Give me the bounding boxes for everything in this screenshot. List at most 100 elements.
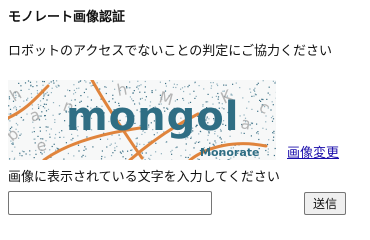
noise-dot bbox=[26, 99, 28, 101]
noise-dot bbox=[47, 108, 50, 110]
noise-dot bbox=[257, 131, 259, 133]
noise-dot bbox=[109, 144, 111, 146]
captcha-word: mongol bbox=[66, 94, 239, 140]
noise-dot bbox=[43, 94, 45, 96]
noise-dot bbox=[271, 120, 274, 122]
noise-dot bbox=[125, 158, 127, 160]
noise-dot bbox=[165, 85, 167, 87]
noise-dot bbox=[129, 81, 131, 83]
noise-dot bbox=[239, 87, 241, 89]
noise-dot bbox=[133, 90, 135, 92]
noise-dot bbox=[33, 157, 35, 159]
noise-dot bbox=[29, 154, 31, 156]
noise-dot bbox=[30, 93, 32, 95]
noise-dot bbox=[14, 105, 16, 108]
noise-dot bbox=[47, 126, 49, 128]
noise-dot bbox=[59, 136, 61, 138]
noise-dot bbox=[44, 115, 46, 117]
noise-dot bbox=[215, 142, 217, 144]
noise-dot bbox=[268, 139, 270, 141]
noise-dot bbox=[100, 158, 103, 160]
noise-dot bbox=[55, 149, 57, 151]
noise-dot bbox=[171, 149, 173, 151]
noise-dot bbox=[267, 151, 269, 153]
noise-dot bbox=[136, 145, 138, 147]
noise-dot bbox=[189, 154, 191, 156]
noise-dot bbox=[260, 100, 262, 102]
noise-dot bbox=[110, 155, 113, 157]
noise-dot bbox=[155, 151, 157, 153]
noise-dot bbox=[110, 143, 112, 145]
noise-dot bbox=[99, 88, 101, 90]
noise-dot bbox=[138, 85, 141, 87]
noise-dot bbox=[185, 156, 187, 158]
noise-dot bbox=[232, 83, 234, 85]
noise-dot bbox=[15, 107, 17, 109]
noise-dot bbox=[257, 133, 259, 135]
noise-dot bbox=[119, 151, 121, 153]
noise-dot bbox=[45, 118, 47, 120]
noise-dot bbox=[254, 90, 256, 92]
noise-dot bbox=[85, 88, 87, 90]
noise-dot bbox=[272, 104, 274, 106]
noise-dot bbox=[22, 119, 24, 121]
noise-dot bbox=[256, 132, 258, 134]
noise-dot bbox=[23, 151, 25, 153]
noise-dot bbox=[56, 86, 58, 88]
noise-dot bbox=[195, 141, 197, 143]
noise-dot bbox=[223, 84, 225, 86]
noise-dot bbox=[17, 124, 19, 126]
noise-dot bbox=[255, 94, 257, 96]
captcha-answer-input[interactable] bbox=[8, 191, 212, 215]
noise-dot bbox=[37, 104, 39, 106]
submit-button[interactable]: 送信 bbox=[304, 192, 346, 215]
noise-dot bbox=[212, 82, 214, 84]
noise-dot bbox=[143, 143, 145, 146]
noise-dot bbox=[90, 85, 92, 87]
noise-dot bbox=[8, 105, 10, 107]
noise-dot bbox=[92, 146, 94, 148]
noise-dot bbox=[256, 84, 258, 86]
noise-dot bbox=[194, 82, 196, 84]
noise-dot bbox=[83, 91, 85, 94]
noise-dot bbox=[85, 148, 87, 150]
noise-dot bbox=[274, 82, 276, 84]
noise-dot bbox=[45, 126, 47, 128]
noise-dot bbox=[43, 103, 45, 105]
noise-dot bbox=[168, 80, 171, 82]
noise-dot bbox=[105, 86, 107, 88]
noise-dot bbox=[180, 155, 182, 157]
noise-dot bbox=[251, 108, 253, 110]
noise-dot bbox=[137, 80, 139, 82]
noise-dot bbox=[27, 80, 30, 82]
noise-dot bbox=[19, 154, 21, 156]
noise-dot bbox=[32, 86, 34, 88]
noise-dot bbox=[39, 130, 41, 132]
noise-dot bbox=[82, 154, 84, 156]
noise-dot bbox=[183, 90, 185, 93]
noise-dot bbox=[150, 154, 152, 156]
noise-dot bbox=[21, 150, 24, 152]
change-image-link[interactable]: 画像変更 bbox=[287, 146, 339, 162]
noise-dot bbox=[203, 88, 205, 90]
noise-dot bbox=[78, 81, 80, 83]
noise-dot bbox=[14, 157, 16, 159]
noise-dot bbox=[85, 81, 87, 83]
noise-dot bbox=[89, 82, 91, 84]
noise-dot bbox=[267, 148, 269, 150]
noise-dot bbox=[20, 89, 22, 91]
noise-dot bbox=[159, 81, 161, 83]
noise-dot bbox=[21, 155, 23, 157]
noise-dot bbox=[15, 128, 17, 130]
noise-dot bbox=[261, 98, 263, 100]
noise-dot bbox=[31, 131, 33, 133]
noise-dot bbox=[136, 86, 138, 88]
noise-dot bbox=[73, 84, 75, 86]
noise-dot bbox=[19, 106, 21, 108]
noise-dot bbox=[112, 80, 114, 82]
noise-dot bbox=[197, 158, 199, 160]
noise-dot bbox=[58, 85, 60, 87]
noise-dot bbox=[251, 127, 253, 130]
noise-dot bbox=[171, 153, 173, 155]
noise-dot bbox=[14, 146, 16, 148]
